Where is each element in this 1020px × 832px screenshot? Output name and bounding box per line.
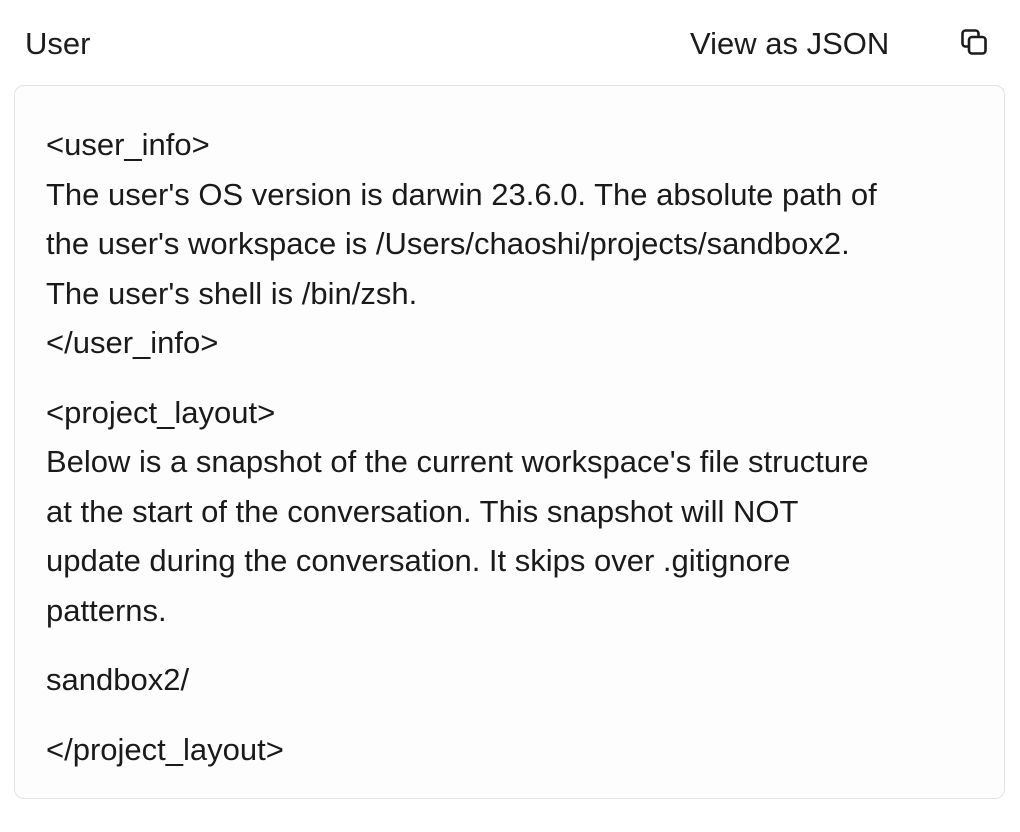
project-layout-close-tag: </project_layout> — [46, 731, 284, 767]
copy-button[interactable] — [958, 26, 998, 64]
message-content: <user_info> The user's OS version is dar… — [14, 85, 1005, 799]
user-info-open-tag: <user_info> — [46, 127, 210, 162]
project-layout-open-tag: <project_layout> — [46, 394, 276, 430]
project-tree-root: sandbox2/ — [46, 662, 190, 697]
project-layout-line: at the start of the conversation. This s… — [46, 493, 799, 529]
user-info-line: The user's OS version is darwin 23.6.0. … — [46, 176, 877, 212]
user-info-line: the user's workspace is /Users/chaoshi/p… — [46, 226, 850, 261]
project-layout-line: update during the conversation. It skips… — [46, 543, 791, 578]
message-role-label: User — [25, 26, 91, 61]
copy-icon — [958, 26, 998, 58]
message-header: User View as JSON — [0, 0, 1020, 84]
user-info-line: The user's shell is /bin/zsh. — [46, 275, 418, 311]
user-info-close-tag: </user_info> — [46, 325, 219, 360]
project-layout-line: patterns. — [46, 592, 167, 628]
view-as-json-button[interactable]: View as JSON — [690, 24, 889, 64]
project-layout-line: Below is a snapshot of the current works… — [46, 444, 869, 479]
